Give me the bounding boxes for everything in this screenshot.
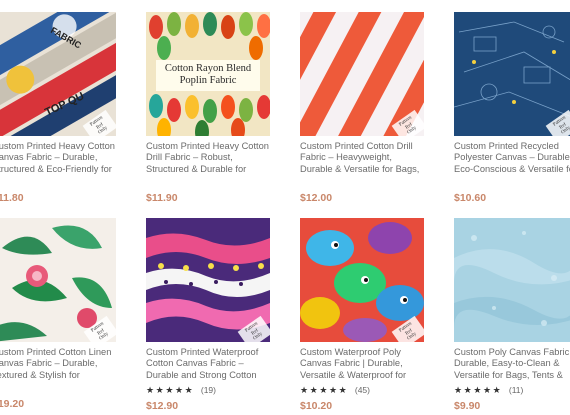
rating-count: (19) (200, 385, 216, 395)
product-image[interactable]: Cotton Rayon Blend Poplin Fabric (146, 12, 270, 136)
product-image-caption: Cotton Rayon Blend Poplin Fabric (156, 60, 260, 91)
product-title[interactable]: Custom Printed Waterproof Cotton Canvas … (146, 347, 270, 381)
rating-stars: ★★★★★ (300, 385, 349, 395)
product-price: $10.60 (454, 192, 487, 204)
product-price: $9.90 (454, 400, 481, 412)
product-image[interactable]: Pattern Ref Only (300, 12, 424, 136)
product-rating: ★★★★★ (19) (146, 385, 216, 396)
product-image[interactable]: Pattern Ref Only (0, 218, 116, 342)
product-image[interactable] (454, 218, 570, 342)
product-price: $11.90 (146, 192, 178, 204)
rating-stars: ★★★★★ (146, 385, 195, 395)
product-title[interactable]: Custom Printed Heavy Cotton Drill Fabric… (146, 141, 270, 175)
product-price: $12.00 (300, 192, 333, 204)
product-title[interactable]: Custom Printed Recycled Polyester Canvas… (454, 141, 570, 175)
product-price: $19.20 (0, 398, 25, 410)
rating-count: (45) (354, 385, 370, 395)
product-title[interactable]: Custom Waterproof Poly Canvas Fabric | D… (300, 347, 424, 381)
product-title[interactable]: Custom Printed Heavy Cotton Canvas Fabri… (0, 141, 116, 175)
product-price: $11.80 (0, 192, 24, 204)
product-price: $12.90 (146, 400, 179, 412)
product-image[interactable]: Pattern Ref Only (146, 218, 270, 342)
product-image[interactable]: Pattern Ref Only (454, 12, 570, 136)
product-price: $10.20 (300, 400, 333, 412)
product-title[interactable]: Custom Printed Cotton Drill Fabric – Hea… (300, 141, 424, 175)
product-title[interactable]: Custom Printed Cotton Linen Canvas Fabri… (0, 347, 116, 381)
product-rating: ★★★★★ (11) (454, 385, 523, 396)
product-image[interactable]: Pattern Ref Only (300, 218, 424, 342)
rating-count: (11) (508, 385, 524, 395)
rating-stars: ★★★★★ (454, 385, 503, 395)
product-rating: ★★★★★ (45) (300, 385, 370, 396)
product-title[interactable]: Custom Poly Canvas Fabric | Durable, Eas… (454, 347, 570, 381)
